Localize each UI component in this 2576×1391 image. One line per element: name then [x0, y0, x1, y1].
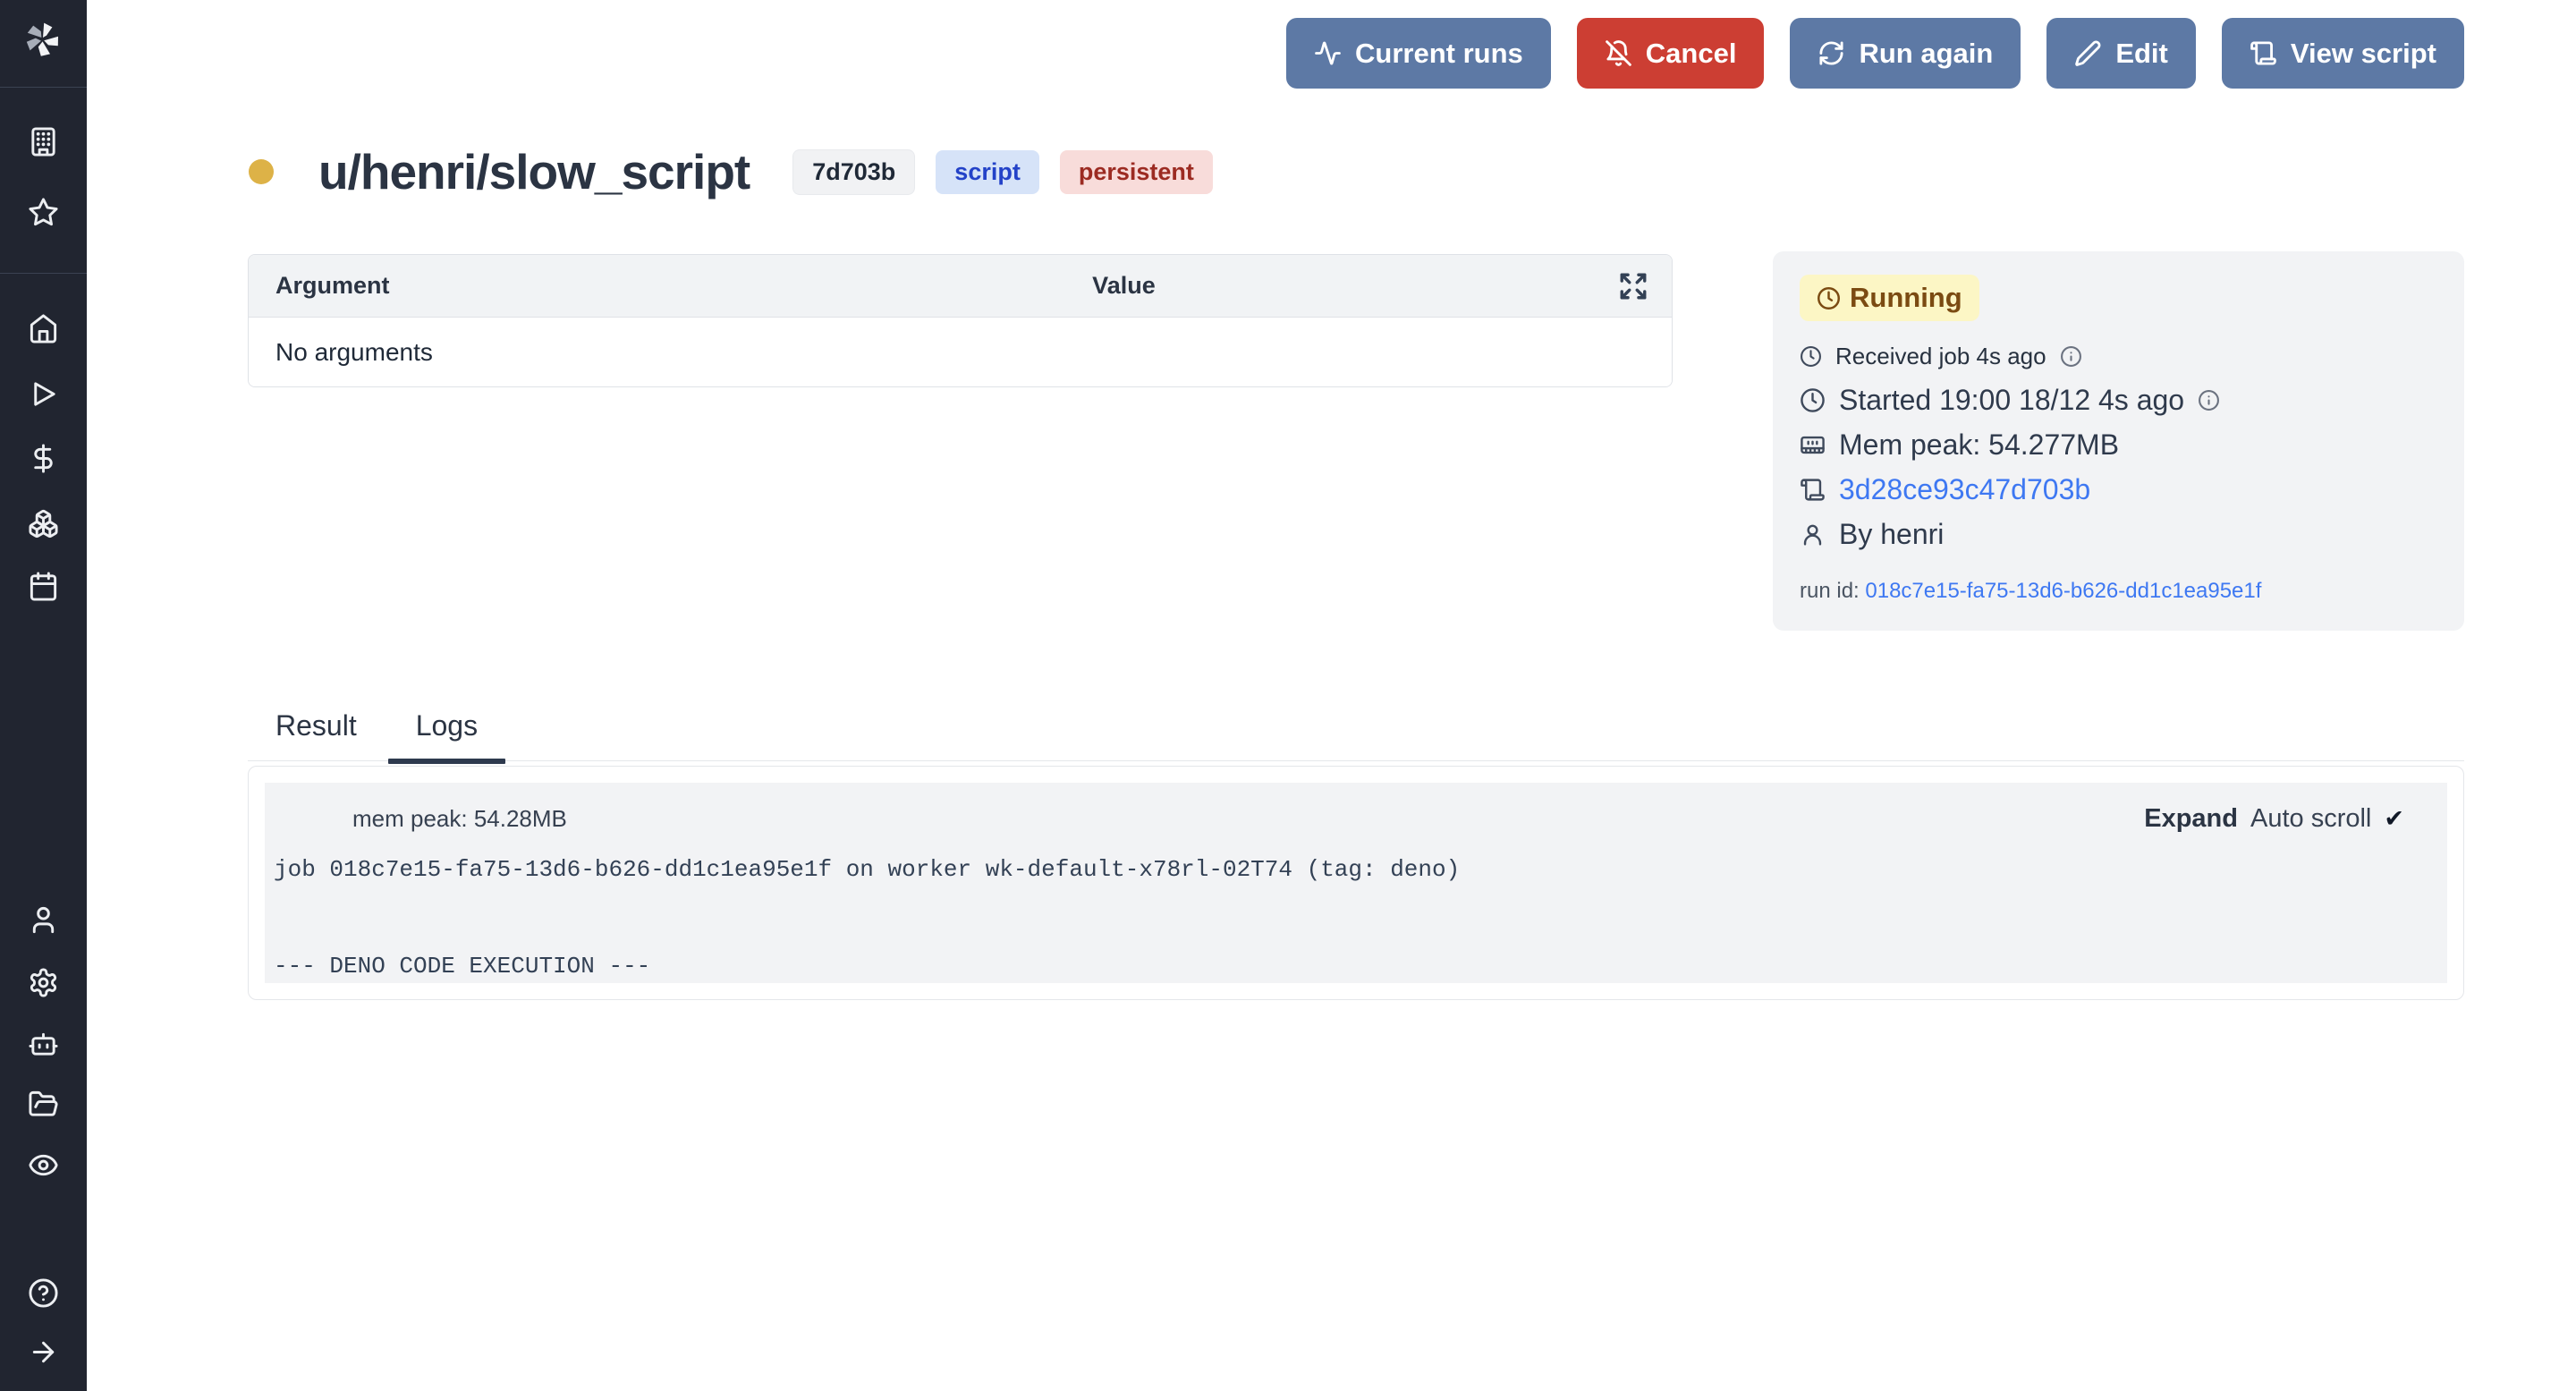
pen-icon: [2074, 39, 2102, 67]
status-badge: Running: [1800, 275, 1979, 321]
hash-badge[interactable]: 7d703b: [792, 149, 915, 195]
view-script-button[interactable]: View script: [2222, 18, 2464, 89]
info-icon[interactable]: [2198, 389, 2220, 411]
workspace-building-icon[interactable]: [28, 126, 59, 157]
clock-icon: [1800, 387, 1826, 413]
resources-boxes-icon[interactable]: [28, 508, 59, 539]
current-runs-label: Current runs: [1355, 38, 1523, 70]
started-text: Started 19:00 18/12 4s ago: [1839, 384, 2184, 417]
collapse-arrow-icon[interactable]: [28, 1336, 59, 1368]
arguments-table-header: Argument Value: [249, 255, 1672, 318]
windmill-logo[interactable]: [21, 18, 64, 61]
run-id-link[interactable]: 018c7e15-fa75-13d6-b626-dd1c1ea95e1f: [1865, 579, 2261, 603]
script-hash-link[interactable]: 3d28ce93c47d703b: [1839, 473, 2090, 506]
started-row: Started 19:00 18/12 4s ago: [1800, 384, 2437, 417]
tab-result[interactable]: Result: [248, 709, 385, 761]
author-text: By henri: [1839, 518, 1944, 551]
cancel-button[interactable]: Cancel: [1577, 18, 1765, 89]
home-icon[interactable]: [28, 313, 59, 344]
kind-badge: script: [936, 150, 1039, 194]
run-id-row: run id: 018c7e15-fa75-13d6-b626-dd1c1ea9…: [1800, 579, 2437, 604]
tab-logs[interactable]: Logs: [388, 709, 505, 761]
settings-gear-icon[interactable]: [28, 967, 59, 998]
toolbar: Current runs Cancel Run again Edit View …: [1286, 18, 2464, 89]
table-row: No arguments: [249, 318, 1672, 386]
scroll-icon: [1800, 477, 1826, 503]
no-arguments-message: No arguments: [249, 338, 433, 367]
received-text: Received job 4s ago: [1835, 343, 2046, 370]
status-panel: Running Received job 4s ago Started 19:0…: [1773, 251, 2464, 631]
author-row: By henri: [1800, 518, 2437, 551]
sidebar-divider: [0, 273, 87, 274]
status-badge-label: Running: [1850, 282, 1962, 314]
mem-peak-row: Mem peak: 54.277MB: [1800, 428, 2437, 462]
schedules-calendar-icon[interactable]: [28, 571, 59, 602]
run-id-label: run id:: [1800, 579, 1860, 603]
argument-column-header: Argument: [249, 272, 818, 300]
persistent-badge: persistent: [1060, 150, 1213, 194]
users-icon[interactable]: [28, 904, 59, 936]
check-icon[interactable]: ✔: [2384, 805, 2404, 833]
page-title: u/henri/slow_script: [318, 143, 750, 200]
help-icon[interactable]: [28, 1277, 59, 1309]
view-script-label: View script: [2291, 38, 2436, 70]
bell-off-icon: [1605, 39, 1632, 67]
runs-play-icon[interactable]: [28, 378, 59, 410]
run-again-button[interactable]: Run again: [1790, 18, 2021, 89]
log-viewer: mem peak: 54.28MB Expand Auto scroll ✔ j…: [265, 783, 2447, 983]
refresh-icon: [1818, 39, 1845, 67]
memory-icon: [1800, 432, 1826, 458]
info-icon[interactable]: [2060, 345, 2082, 368]
edit-label: Edit: [2115, 38, 2168, 70]
run-again-label: Run again: [1859, 38, 1993, 70]
expand-table-icon[interactable]: [1618, 271, 1648, 301]
log-expand-button[interactable]: Expand: [2144, 804, 2238, 834]
cancel-label: Cancel: [1646, 38, 1737, 70]
status-dot: [249, 159, 274, 184]
mem-peak-text: Mem peak: 54.277MB: [1839, 428, 2119, 462]
activity-icon: [1314, 39, 1342, 67]
sidebar: [0, 0, 87, 1391]
audit-eye-icon[interactable]: [28, 1149, 59, 1181]
log-card: mem peak: 54.28MB Expand Auto scroll ✔ j…: [248, 766, 2464, 1000]
tabs-divider: [248, 760, 2464, 761]
current-runs-button[interactable]: Current runs: [1286, 18, 1551, 89]
log-toolbar: mem peak: 54.28MB Expand Auto scroll ✔: [274, 804, 2404, 834]
value-column-header: Value: [818, 272, 1429, 300]
badges: 7d703b script persistent: [792, 149, 1213, 195]
received-row: Received job 4s ago: [1800, 343, 2437, 370]
workers-bot-icon[interactable]: [28, 1028, 59, 1059]
clock-icon: [1817, 286, 1841, 310]
variables-dollar-icon[interactable]: [28, 443, 59, 474]
log-mem-peak: mem peak: 54.28MB: [352, 805, 567, 833]
result-logs-tabs: Result Logs: [248, 709, 509, 761]
favorites-star-icon[interactable]: [28, 197, 59, 228]
arguments-table: Argument Value No arguments: [248, 254, 1673, 387]
script-hash-row: 3d28ce93c47d703b: [1800, 473, 2437, 506]
log-actions: Expand Auto scroll ✔: [2144, 804, 2404, 834]
folders-icon[interactable]: [28, 1089, 59, 1120]
auto-scroll-toggle-label[interactable]: Auto scroll: [2250, 804, 2371, 834]
clock-icon: [1800, 345, 1822, 368]
run-header: u/henri/slow_script 7d703b script persis…: [249, 143, 1213, 200]
log-output: job 018c7e15-fa75-13d6-b626-dd1c1ea95e1f…: [274, 853, 2404, 982]
sidebar-divider: [0, 87, 87, 88]
user-icon: [1800, 522, 1826, 547]
edit-button[interactable]: Edit: [2046, 18, 2196, 89]
scroll-icon: [2250, 39, 2277, 67]
